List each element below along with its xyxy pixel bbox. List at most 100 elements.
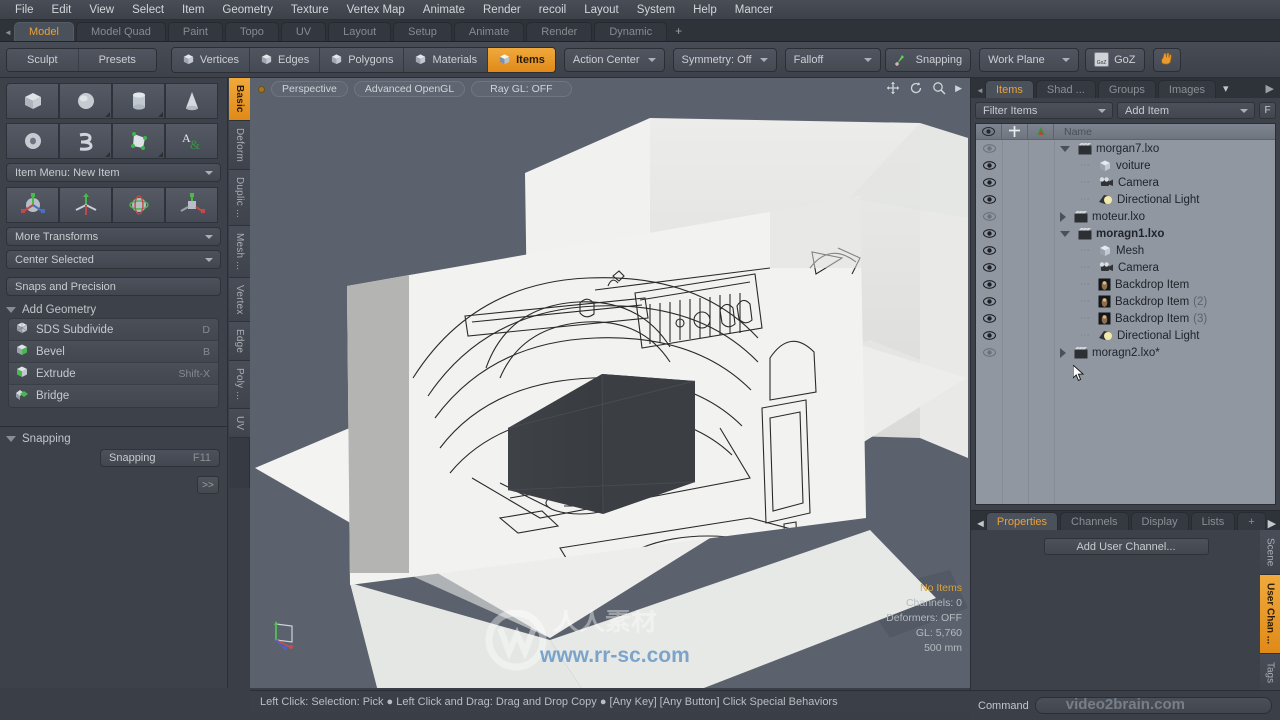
layout-tab-render[interactable]: Render bbox=[526, 22, 593, 41]
item-tree-row[interactable]: morgan7.lxo bbox=[976, 140, 1275, 157]
menu-item-select[interactable]: Select bbox=[123, 1, 173, 19]
move-transform-icon[interactable] bbox=[6, 187, 59, 223]
right-vtab-tags[interactable]: Tags bbox=[1260, 653, 1280, 692]
item-tree-row[interactable]: ⋯ Backdrop Item bbox=[976, 276, 1275, 293]
selection-mode-items[interactable]: Items bbox=[488, 47, 555, 72]
item-tree-row[interactable]: ⋯ Directional Light bbox=[976, 191, 1275, 208]
layout-tab-dynamic[interactable]: Dynamic bbox=[594, 22, 668, 41]
menu-item-mancer[interactable]: Mancer bbox=[726, 1, 782, 19]
layout-tab-animate[interactable]: Animate bbox=[453, 22, 525, 41]
visibility-toggle-icon[interactable] bbox=[976, 246, 1002, 255]
item-menu-dropdown[interactable]: Item Menu: New Item bbox=[6, 163, 221, 182]
add-user-channel-button[interactable]: Add User Channel... bbox=[1043, 538, 1209, 555]
item-name-cell[interactable]: ⋯ Directional Light bbox=[1054, 329, 1199, 342]
visibility-toggle-icon[interactable] bbox=[976, 331, 1002, 340]
ray-gl-button[interactable]: Ray GL: OFF bbox=[471, 81, 572, 97]
item-tree-row[interactable]: moragn1.lxo bbox=[976, 225, 1275, 242]
rotate-transform-icon[interactable] bbox=[59, 187, 112, 223]
layout-tab-paint[interactable]: Paint bbox=[167, 22, 223, 41]
item-tree-row[interactable]: ⋯ Camera bbox=[976, 174, 1275, 191]
shading-mode-button[interactable]: Advanced OpenGL bbox=[353, 81, 466, 97]
right-tabs-next-icon[interactable]: ▶ bbox=[1266, 80, 1280, 98]
item-tree-row[interactable]: ⋯ Camera bbox=[976, 259, 1275, 276]
presets-button[interactable]: Presets bbox=[78, 48, 156, 71]
pan-icon[interactable] bbox=[886, 81, 900, 95]
visibility-column-icon[interactable] bbox=[976, 124, 1002, 140]
visibility-toggle-icon[interactable] bbox=[976, 297, 1002, 306]
chevron-down-icon[interactable] bbox=[1060, 145, 1070, 152]
right-tab-items[interactable]: Items bbox=[985, 80, 1034, 98]
item-name-cell[interactable]: ⋯ Backdrop Item bbox=[1054, 278, 1189, 291]
item-name-cell[interactable]: ⋯ Camera bbox=[1054, 262, 1159, 274]
visibility-toggle-icon[interactable] bbox=[976, 178, 1002, 187]
falloff-dropdown[interactable]: Falloff bbox=[784, 47, 881, 72]
layout-tab-setup[interactable]: Setup bbox=[393, 22, 452, 41]
menu-item-help[interactable]: Help bbox=[684, 1, 726, 19]
properties-tab-channels[interactable]: Channels bbox=[1060, 512, 1129, 530]
right-vtab-userchan[interactable]: User Chan ... bbox=[1260, 575, 1280, 654]
item-tree-row[interactable]: ⋯ Backdrop Item (3) bbox=[976, 310, 1275, 327]
left-vtab-mesh[interactable]: Mesh ... bbox=[229, 225, 250, 278]
item-tree-row[interactable]: ⋯ Mesh bbox=[976, 242, 1275, 259]
menu-item-item[interactable]: Item bbox=[173, 1, 213, 19]
cone-primitive-icon[interactable] bbox=[165, 83, 218, 119]
item-tree-row[interactable]: moteur.lxo bbox=[976, 208, 1275, 225]
viewport-more-icon[interactable]: ▶ bbox=[955, 83, 962, 94]
more-transforms-dropdown[interactable]: More Transforms bbox=[6, 227, 221, 246]
goz-button[interactable]: GoZ GoZ bbox=[1085, 47, 1145, 72]
cylinder-primitive-icon[interactable] bbox=[112, 83, 165, 119]
snapping-header[interactable]: Snapping bbox=[6, 433, 224, 445]
right-tabs-collapse-icon[interactable]: ◄ bbox=[975, 82, 985, 98]
item-tree-table[interactable]: Name morgan7.lxo ⋯ voiture ⋯ Camera ⋯ Directio… bbox=[975, 123, 1276, 505]
right-tab-images[interactable]: Images bbox=[1157, 80, 1216, 98]
chevron-down-icon[interactable] bbox=[1060, 230, 1070, 237]
right-vtab-scene[interactable]: Scene bbox=[1260, 530, 1280, 576]
visibility-toggle-icon[interactable] bbox=[976, 212, 1002, 221]
filter-f-button[interactable]: F bbox=[1259, 102, 1276, 119]
add-geometry-header[interactable]: Add Geometry bbox=[6, 304, 223, 316]
scale-transform-icon[interactable] bbox=[112, 187, 165, 223]
menu-item-animate[interactable]: Animate bbox=[414, 1, 474, 19]
menu-item-texture[interactable]: Texture bbox=[282, 1, 338, 19]
item-name-cell[interactable]: ⋯ Camera bbox=[1054, 177, 1159, 189]
hand-tool-button[interactable] bbox=[1152, 47, 1181, 72]
chevron-right-icon[interactable] bbox=[1060, 347, 1066, 358]
left-vtab-basic[interactable]: Basic bbox=[229, 78, 250, 121]
geometry-tool-extrude[interactable]: Extrude Shift-X bbox=[9, 363, 218, 385]
item-name-cell[interactable]: moragn1.lxo bbox=[1054, 227, 1164, 240]
work-plane-dropdown[interactable]: Work Plane bbox=[979, 47, 1080, 72]
properties-tab-lists[interactable]: Lists bbox=[1190, 512, 1236, 530]
properties-tab-+[interactable]: + bbox=[1237, 512, 1266, 530]
visibility-toggle-icon[interactable] bbox=[976, 229, 1002, 238]
item-name-cell[interactable]: ⋯ Directional Light bbox=[1054, 193, 1199, 206]
right-tabs-dropdown-icon[interactable]: ▾ bbox=[1218, 80, 1234, 98]
3d-viewport[interactable]: Perspective Advanced OpenGL Ray GL: OFF … bbox=[250, 78, 970, 688]
left-vtab-duplic[interactable]: Duplic ... bbox=[229, 169, 250, 226]
selection-mode-polygons[interactable]: Polygons bbox=[320, 47, 405, 72]
item-tree-row[interactable]: ⋯ Backdrop Item (2) bbox=[976, 293, 1275, 310]
item-name-cell[interactable]: ⋯ voiture bbox=[1054, 159, 1151, 172]
sculpt-button[interactable]: Sculpt bbox=[7, 48, 79, 71]
menu-item-system[interactable]: System bbox=[628, 1, 684, 19]
item-name-cell[interactable]: moteur.lxo bbox=[1054, 210, 1145, 223]
left-vtab-poly[interactable]: Poly ... bbox=[229, 361, 250, 409]
item-name-cell[interactable]: moragn2.lxo* bbox=[1054, 346, 1160, 359]
layout-tab-model[interactable]: Model bbox=[14, 22, 74, 41]
transform-all-icon[interactable] bbox=[165, 187, 218, 223]
menu-item-file[interactable]: File bbox=[6, 1, 43, 19]
viewport-options-icon[interactable] bbox=[258, 85, 265, 93]
layout-tab-layout[interactable]: Layout bbox=[328, 22, 392, 41]
visibility-toggle-icon[interactable] bbox=[976, 144, 1002, 153]
selection-mode-vertices[interactable]: Vertices bbox=[171, 47, 251, 72]
visibility-toggle-icon[interactable] bbox=[976, 161, 1002, 170]
properties-tab-display[interactable]: Display bbox=[1130, 512, 1189, 530]
left-vtab-uv[interactable]: UV bbox=[229, 408, 250, 438]
text-primitive-icon[interactable]: A & bbox=[165, 123, 218, 159]
menu-item-geometry[interactable]: Geometry bbox=[213, 1, 282, 19]
add-item-dropdown[interactable]: Add Item bbox=[1117, 102, 1255, 119]
snapping-toggle[interactable]: Snapping bbox=[884, 47, 972, 72]
tabbar-collapse-icon[interactable]: ◄ bbox=[2, 23, 14, 41]
menu-item-vertex-map[interactable]: Vertex Map bbox=[338, 1, 414, 19]
filter-items-dropdown[interactable]: Filter Items bbox=[975, 102, 1113, 119]
menu-item-layout[interactable]: Layout bbox=[575, 1, 628, 19]
